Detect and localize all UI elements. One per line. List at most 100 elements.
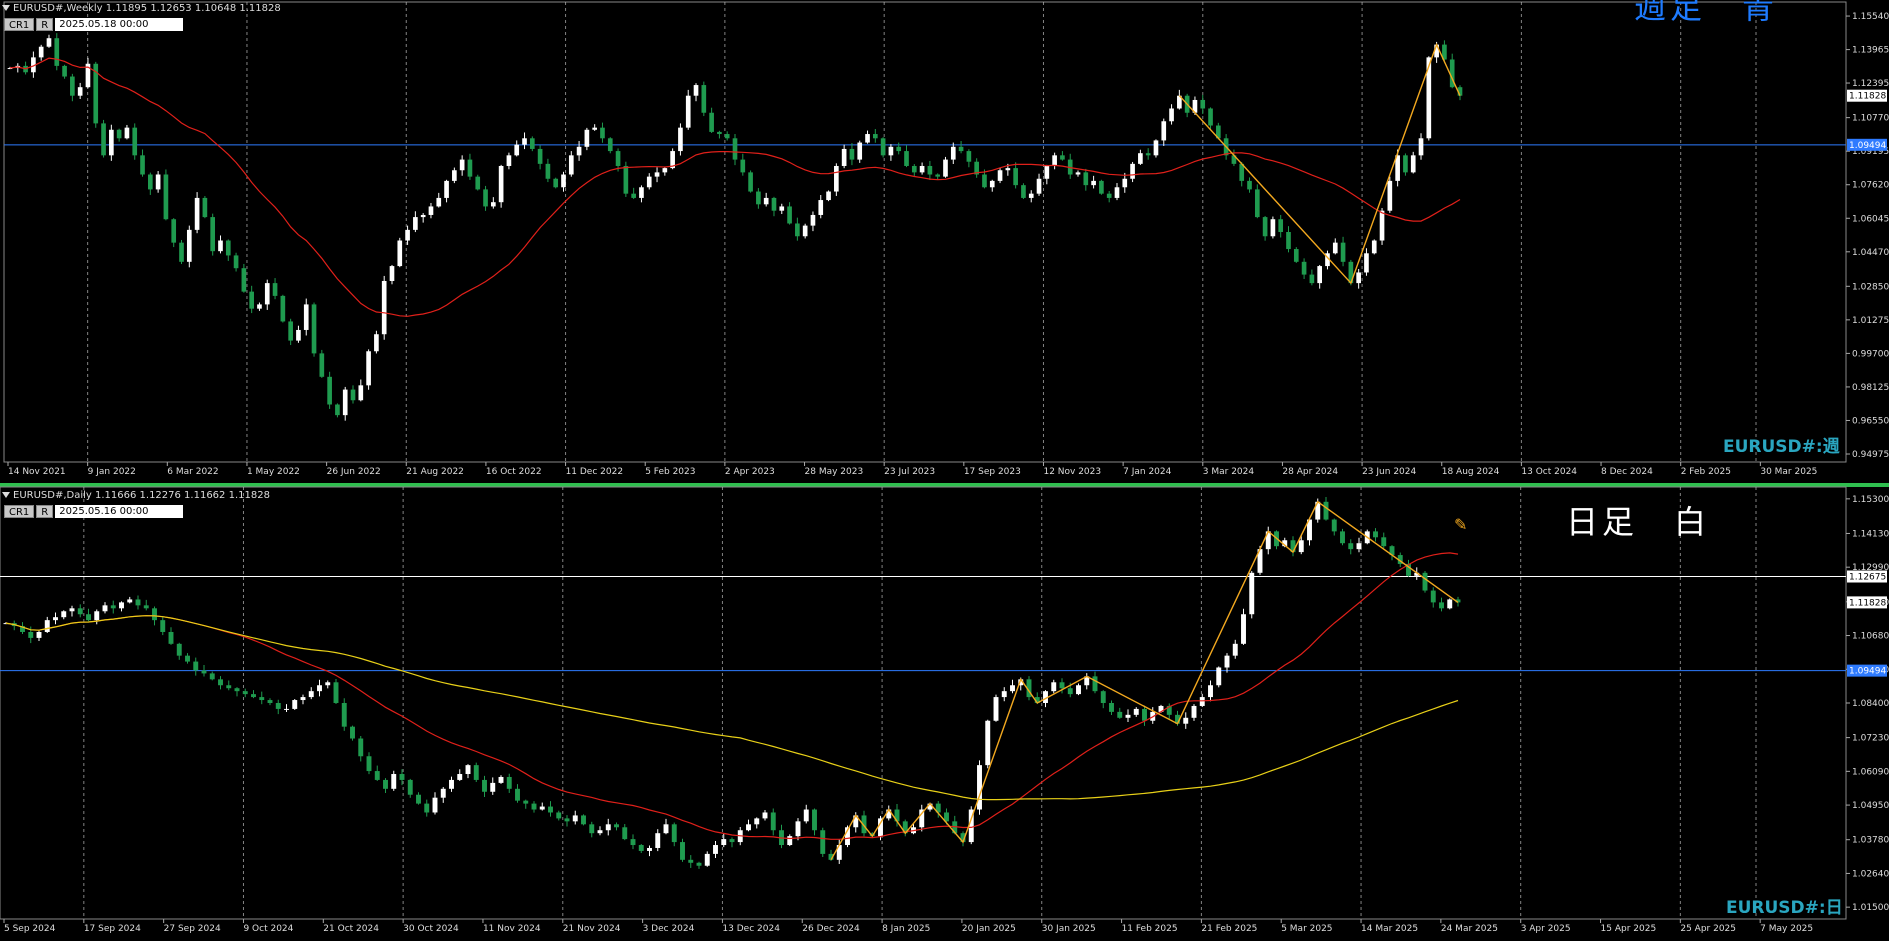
weekly-chart-canvas[interactable]: 14 Nov 2021 9 Jan 2022 6 Mar 2022 1 May 202… bbox=[0, 0, 1889, 480]
x-tick-label: 2 Apr 2023 bbox=[725, 467, 775, 477]
y-tick-label: 1.12395 bbox=[1852, 79, 1889, 89]
cr1-button[interactable]: CR1 bbox=[4, 18, 35, 31]
candle-bull bbox=[490, 782, 496, 792]
candle-bear bbox=[467, 159, 473, 177]
candle-bull bbox=[678, 127, 683, 152]
y-tick-label: 1.10680 bbox=[1852, 632, 1889, 642]
candle-bear bbox=[1021, 185, 1026, 198]
candle-bull bbox=[436, 197, 442, 207]
candle-bear bbox=[1293, 249, 1299, 262]
candle-bull bbox=[1356, 272, 1361, 284]
candle-bull bbox=[459, 159, 465, 171]
x-tick-label: 17 Sep 2023 bbox=[964, 467, 1021, 477]
y-tick-label: 1.06090 bbox=[1852, 767, 1889, 777]
candle-bull bbox=[584, 129, 590, 147]
candle-bear bbox=[787, 206, 792, 224]
x-tick-label: 11 Feb 2025 bbox=[1122, 924, 1178, 934]
candle-bull bbox=[763, 197, 769, 205]
pencil-tool-icon[interactable]: ✎ bbox=[1454, 515, 1467, 534]
candle-bear bbox=[1254, 189, 1260, 218]
candle-bear bbox=[1422, 572, 1428, 591]
candle-bear bbox=[1340, 242, 1346, 262]
y-tick-label: 1.06045 bbox=[1852, 214, 1889, 224]
y-tick-label: 1.07620 bbox=[1852, 181, 1889, 191]
y-tick-label: 1.15300 bbox=[1852, 495, 1889, 505]
candle-bear bbox=[1117, 711, 1123, 718]
candle-bull bbox=[663, 824, 669, 834]
candle-bear bbox=[1092, 676, 1098, 692]
x-tick-label: 17 Sep 2024 bbox=[84, 924, 141, 934]
hline-price-label: 1.09494 bbox=[1849, 141, 1886, 151]
candle-bull bbox=[1125, 714, 1131, 718]
candle-bull bbox=[444, 180, 449, 198]
candle-bull bbox=[77, 87, 83, 96]
y-tick-label: 1.15540 bbox=[1852, 12, 1889, 22]
candle-bear bbox=[1060, 155, 1065, 160]
candle-bear bbox=[880, 138, 886, 156]
candle-bear bbox=[1142, 708, 1147, 721]
candle-bull bbox=[1447, 599, 1453, 609]
candle-bear bbox=[1262, 217, 1268, 237]
x-tick-label: 30 Jan 2025 bbox=[1042, 924, 1096, 934]
collapse-triangle-icon[interactable] bbox=[2, 5, 10, 11]
y-tick-label: 1.04950 bbox=[1852, 801, 1889, 811]
candle-bull bbox=[1410, 155, 1416, 173]
candle-bear bbox=[163, 174, 169, 220]
candle-bull bbox=[374, 334, 379, 352]
y-tick-label: 1.04470 bbox=[1852, 248, 1889, 258]
candle-bull bbox=[1138, 153, 1143, 164]
candle-bear bbox=[1323, 501, 1329, 520]
weekly-date-field[interactable]: 2025.05.18 00:00 bbox=[55, 18, 184, 31]
candle-bull bbox=[1075, 172, 1081, 175]
candle-bull bbox=[391, 774, 397, 789]
candle-bear bbox=[399, 774, 405, 780]
x-tick-label: 3 Dec 2024 bbox=[643, 924, 695, 934]
x-tick-label: 13 Dec 2024 bbox=[722, 924, 780, 934]
r-button[interactable]: R bbox=[36, 505, 54, 518]
candle-bear bbox=[545, 163, 551, 179]
candle-bear bbox=[242, 691, 248, 695]
y-tick-label: 1.02640 bbox=[1852, 869, 1889, 879]
candle-bear bbox=[506, 776, 512, 789]
candle-bull bbox=[561, 174, 566, 188]
candle-bear bbox=[556, 812, 562, 819]
candle-bear bbox=[77, 608, 83, 615]
candle-bull bbox=[865, 134, 870, 143]
r-button[interactable]: R bbox=[36, 18, 54, 31]
candle-bear bbox=[1286, 232, 1291, 250]
candle-bear bbox=[218, 679, 223, 686]
weekly-chart-pane[interactable]: 14 Nov 2021 9 Jan 2022 6 Mar 2022 1 May 202… bbox=[0, 0, 1889, 480]
candle-bull bbox=[985, 720, 991, 766]
daily-controls: CR1 R 2025.05.16 00:00 bbox=[4, 505, 184, 518]
daily-chart-header: EURUSD#,Daily 1.11666 1.12276 1.11662 1.… bbox=[2, 490, 270, 501]
candle-bull bbox=[746, 824, 751, 831]
candle-bear bbox=[333, 682, 339, 703]
candle-bull bbox=[1010, 685, 1015, 692]
candle-bull bbox=[300, 697, 306, 701]
candle-bear bbox=[483, 189, 488, 207]
x-tick-label: 30 Mar 2025 bbox=[1760, 467, 1817, 477]
cr1-button[interactable]: CR1 bbox=[4, 505, 35, 518]
x-tick-label: 21 Feb 2025 bbox=[1201, 924, 1257, 934]
x-tick-label: 30 Oct 2024 bbox=[403, 924, 459, 934]
candle-bull bbox=[440, 788, 446, 798]
candle-bear bbox=[210, 217, 216, 252]
candle-bull bbox=[1091, 180, 1096, 186]
candle-bull bbox=[576, 146, 582, 156]
daily-date-field[interactable]: 2025.05.16 00:00 bbox=[55, 505, 184, 518]
candle-bull bbox=[1133, 708, 1139, 715]
daily-chart-pane[interactable]: 5 Sep 2024 17 Sep 2024 27 Sep 2024 9 Oct 20… bbox=[0, 483, 1889, 941]
collapse-triangle-icon[interactable] bbox=[2, 492, 10, 498]
daily-chart-canvas[interactable]: 5 Sep 2024 17 Sep 2024 27 Sep 2024 9 Oct 20… bbox=[0, 486, 1889, 937]
candle-bear bbox=[350, 389, 356, 401]
candle-bull bbox=[857, 142, 863, 160]
candle-bull bbox=[124, 127, 130, 139]
candle-bear bbox=[54, 38, 60, 66]
candle-bull bbox=[977, 765, 982, 810]
x-tick-label: 25 Apr 2025 bbox=[1680, 924, 1736, 934]
candle-bear bbox=[1059, 682, 1065, 689]
candle-bull bbox=[1387, 180, 1393, 211]
x-tick-label: 28 May 2023 bbox=[805, 467, 864, 477]
candle-bull bbox=[754, 818, 760, 825]
candle-bear bbox=[1381, 537, 1387, 547]
